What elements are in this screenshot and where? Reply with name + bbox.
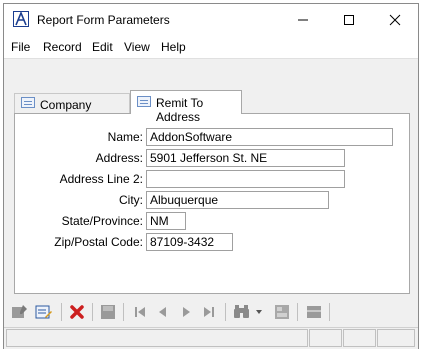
state-field[interactable]: NM: [146, 212, 186, 230]
record-toolbar: [4, 297, 418, 327]
form-icon: [137, 96, 151, 107]
status-message-cell: [6, 329, 308, 347]
lookup-icon: [275, 305, 289, 319]
menu-edit[interactable]: Edit: [92, 40, 113, 54]
delete-icon: [70, 305, 84, 319]
find-icon: [234, 305, 249, 318]
lookup-button[interactable]: [272, 302, 292, 322]
form-icon: [21, 97, 35, 108]
toolbar-separator: [123, 303, 124, 321]
toolbar-separator: [225, 303, 226, 321]
toolbar-separator: [61, 303, 62, 321]
label-column: Name: Address: Address Line 2: City: Sta…: [15, 114, 143, 293]
menu-file[interactable]: File: [11, 40, 30, 54]
menu-help[interactable]: Help: [161, 40, 186, 54]
window-title: Report Form Parameters: [37, 13, 170, 27]
tab-remit-to-address[interactable]: Remit To Address: [130, 90, 242, 124]
save-icon: [101, 305, 115, 319]
name-label: Name:: [107, 130, 143, 144]
menu-view[interactable]: View: [124, 40, 150, 54]
close-icon: [389, 14, 401, 26]
address-field[interactable]: 5901 Jefferson St. NE: [146, 149, 345, 167]
status-cell: [309, 329, 342, 347]
toolbar-separator: [92, 303, 93, 321]
app-window: Report Form Parameters File Record Edit …: [3, 3, 419, 349]
state-label: State/Province:: [61, 214, 143, 228]
city-field[interactable]: Albuquerque: [146, 191, 329, 209]
toolbar-separator: [297, 303, 298, 321]
close-button[interactable]: [372, 4, 418, 36]
status-bar: [4, 327, 418, 349]
address-line2-label: Address Line 2:: [59, 172, 143, 186]
find-dropdown-icon: [256, 310, 262, 314]
tab-company-address[interactable]: Company Address: [14, 93, 130, 126]
tab-label: Remit To Address: [156, 96, 204, 124]
minimize-icon: [298, 19, 308, 21]
first-record-button[interactable]: [130, 302, 150, 322]
name-field[interactable]: AddonSoftware: [146, 128, 393, 146]
header-band: [4, 58, 418, 87]
print-icon: [307, 306, 321, 318]
next-record-button[interactable]: [176, 302, 196, 322]
maximize-button[interactable]: [326, 4, 372, 36]
next-record-icon: [183, 307, 190, 317]
city-label: City:: [119, 193, 143, 207]
edit-record-icon: [35, 305, 52, 319]
remit-address-panel: Name: Address: Address Line 2: City: Sta…: [14, 113, 410, 294]
save-button[interactable]: [98, 302, 118, 322]
status-cell: [343, 329, 376, 347]
app-logo-icon: [13, 11, 29, 27]
delete-button[interactable]: [67, 302, 87, 322]
menu-bar: File Record Edit View Help: [4, 36, 418, 58]
title-bar: Report Form Parameters: [4, 4, 418, 36]
minimize-button[interactable]: [280, 4, 326, 36]
new-record-icon: [12, 305, 27, 318]
zip-field[interactable]: 87109-3432: [146, 233, 233, 251]
menu-record[interactable]: Record: [43, 40, 82, 54]
edit-record-button[interactable]: [34, 302, 54, 322]
maximize-icon: [344, 15, 354, 25]
find-dropdown-button[interactable]: [254, 302, 264, 322]
address-line2-field[interactable]: [146, 170, 345, 188]
toolbar-separator: [329, 303, 330, 321]
address-label: Address:: [95, 151, 143, 165]
find-button[interactable]: [232, 302, 252, 322]
first-record-icon: [135, 307, 145, 317]
zip-label: Zip/Postal Code:: [54, 235, 143, 249]
previous-record-button[interactable]: [153, 302, 173, 322]
print-button[interactable]: [304, 302, 324, 322]
last-record-icon: [204, 307, 214, 317]
last-record-button[interactable]: [199, 302, 219, 322]
new-record-button[interactable]: [10, 302, 30, 322]
previous-record-icon: [159, 307, 166, 317]
status-cell: [377, 329, 415, 347]
